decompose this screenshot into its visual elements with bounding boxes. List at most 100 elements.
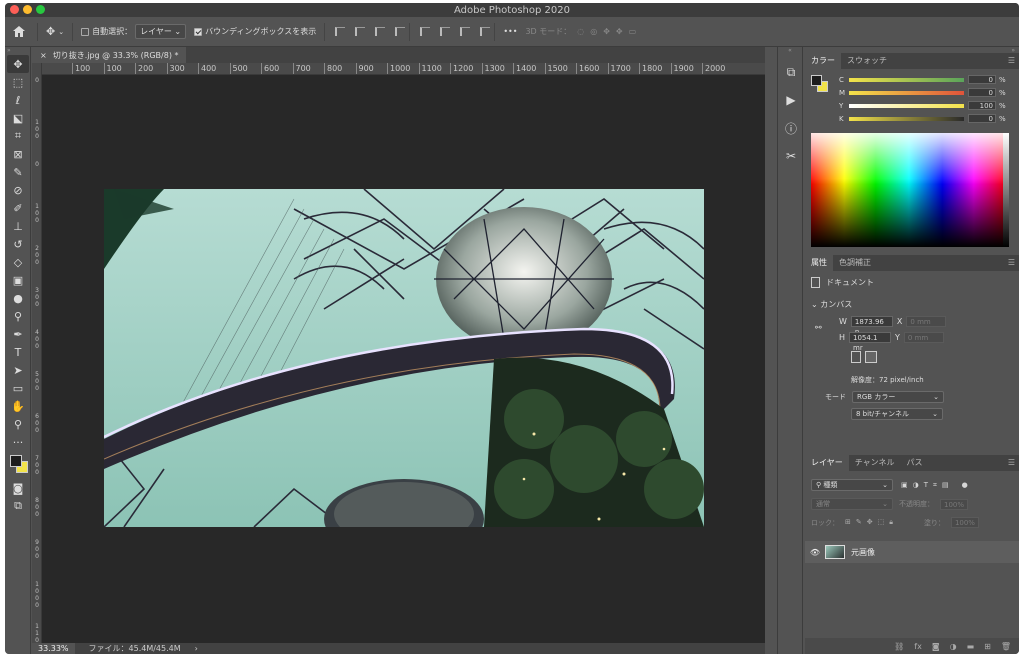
slider-value-field[interactable]: 0 (968, 75, 996, 84)
tab-layers[interactable]: レイヤー (805, 455, 849, 471)
slider-value-field[interactable]: 0 (968, 88, 996, 97)
stamp-tool-icon[interactable]: ⊥ (7, 217, 29, 235)
x-field[interactable]: 0 mm (906, 316, 947, 327)
close-tab-icon[interactable]: × (40, 51, 47, 60)
layer-row[interactable]: 👁︎ 元画像 (805, 541, 1019, 563)
document-tab[interactable]: × 切り抜き.jpg @ 33.3% (RGB/8) * (32, 47, 187, 63)
tab-properties[interactable]: 属性 (805, 255, 833, 271)
color-slider-c[interactable]: C 0% (839, 75, 1006, 84)
tab-adjustments[interactable]: 色調補正 (833, 255, 877, 271)
gradient-tool-icon[interactable]: ▣ (7, 271, 29, 289)
tab-channels[interactable]: チャンネル (849, 455, 901, 471)
portrait-icon[interactable] (851, 351, 861, 363)
zoom-tool-icon[interactable]: ⚲ (7, 415, 29, 433)
collapse-icon[interactable]: » (5, 47, 30, 55)
color-slider-k[interactable]: K 0% (839, 114, 1006, 123)
color-slider-m[interactable]: M 0% (839, 88, 1006, 97)
lasso-tool-icon[interactable]: ℓ (7, 91, 29, 109)
move-tool-preset[interactable]: ✥ ⌄ (42, 17, 68, 46)
slider-track[interactable] (849, 90, 964, 95)
healing-brush-icon[interactable]: ⊘ (7, 181, 29, 199)
bit-depth-select[interactable]: 8 bit/チャンネル ⌄ (851, 408, 943, 420)
tab-paths[interactable]: パス (901, 455, 929, 471)
mask-icon[interactable]: ◙ (932, 642, 940, 651)
align-v-justify-icon[interactable] (480, 27, 491, 36)
hand-tool-icon[interactable]: ✋ (7, 397, 29, 415)
close-window-button[interactable] (10, 5, 19, 14)
slider-value-field[interactable]: 100 (968, 101, 996, 110)
dodge-tool-icon[interactable]: ⚲ (7, 307, 29, 325)
pen-tool-icon[interactable]: ✒ (7, 325, 29, 343)
align-left-icon[interactable] (335, 27, 346, 36)
quick-mask-icon[interactable]: ◙ (7, 479, 29, 497)
actions-play-icon[interactable]: ▶ (780, 89, 802, 111)
color-picker[interactable] (8, 453, 28, 477)
y-field[interactable]: 0 mm (903, 332, 944, 343)
fill-field[interactable]: 100% (950, 517, 979, 528)
foreground-color-swatch[interactable] (10, 455, 22, 467)
color-spectrum[interactable] (811, 133, 1007, 247)
slider-track[interactable] (849, 103, 964, 108)
landscape-icon[interactable] (865, 351, 877, 363)
tools-panel-icon[interactable]: ✂ (780, 145, 802, 167)
height-field[interactable]: 1054.1 mr (849, 332, 892, 352)
move-tool-icon[interactable]: ✥ (7, 55, 29, 73)
grayscale-ramp[interactable] (1003, 133, 1009, 247)
status-menu-arrow[interactable]: › (195, 644, 198, 653)
screen-mode-icon[interactable]: ⧉ (7, 497, 29, 515)
home-icon[interactable] (5, 17, 33, 46)
folder-icon[interactable]: ▬ (967, 642, 975, 651)
history-brush-icon[interactable]: ↺ (7, 235, 29, 253)
fx-icon[interactable]: fx (914, 642, 922, 651)
layer-filter-select[interactable]: ⚲ 種類 ⌄ (811, 479, 893, 491)
panel-menu-icon[interactable]: ☰ (1008, 458, 1015, 467)
collapse-icon[interactable]: « (778, 47, 802, 55)
panel-menu-icon[interactable]: ☰ (1008, 258, 1015, 267)
link-icon[interactable]: ⛓ (894, 642, 904, 651)
align-top-icon[interactable] (420, 27, 431, 36)
filter-toggle-icon[interactable]: ● (962, 481, 968, 489)
zoom-level[interactable]: 33.33% (32, 643, 75, 654)
eraser-icon[interactable]: ◇ (7, 253, 29, 271)
align-h-justify-icon[interactable] (395, 27, 406, 36)
history-panel-icon[interactable]: ⧉ (780, 61, 802, 83)
opacity-field[interactable]: 100% (940, 498, 969, 510)
frame-tool-icon[interactable]: ⊠ (7, 145, 29, 163)
more-options-button[interactable]: ••• (499, 17, 521, 46)
width-field[interactable]: 1873.96 n (850, 316, 893, 336)
path-select-icon[interactable]: ➤ (7, 361, 29, 379)
new-layer-icon[interactable]: ⊞ (984, 642, 991, 651)
minimize-window-button[interactable] (23, 5, 32, 14)
eyedropper-icon[interactable]: ✎ (7, 163, 29, 181)
lock-icons[interactable]: ⊞✎✥⬚🔒︎ (845, 518, 898, 527)
shape-tool-icon[interactable]: ▭ (7, 379, 29, 397)
panel-menu-icon[interactable]: ☰ (1008, 56, 1015, 65)
canvas-section-header[interactable]: ⌄ カンバス (811, 299, 852, 310)
blur-tool-icon[interactable]: ● (7, 289, 29, 307)
align-center-h-icon[interactable] (355, 27, 366, 36)
tab-color[interactable]: カラー (805, 53, 841, 69)
crop-tool-icon[interactable]: ⌗ (7, 127, 29, 145)
brush-tool-icon[interactable]: ✐ (7, 199, 29, 217)
adjustment-icon[interactable]: ◑ (950, 642, 957, 651)
edit-toolbar-icon[interactable]: ··· (7, 433, 29, 451)
marquee-tool-icon[interactable]: ⬚ (7, 73, 29, 91)
auto-select-checkbox[interactable]: 自動選択： レイヤー ⌄ (77, 17, 190, 46)
visibility-eye-icon[interactable]: 👁︎ (805, 548, 825, 557)
filter-icons[interactable]: ▣◑T⌗▤ (901, 481, 954, 490)
align-right-icon[interactable] (375, 27, 386, 36)
canvas-area[interactable] (42, 75, 765, 643)
link-dimensions-icon[interactable]: ⚯ (815, 323, 822, 332)
object-select-icon[interactable]: ⬕ (7, 109, 29, 127)
slider-track[interactable] (849, 116, 964, 121)
tab-swatches[interactable]: スウォッチ (841, 53, 893, 69)
color-mode-select[interactable]: RGB カラー ⌄ (852, 391, 944, 403)
type-tool-icon[interactable]: T (7, 343, 29, 361)
auto-select-dropdown[interactable]: レイヤー ⌄ (135, 24, 187, 39)
show-bbox-checkbox[interactable]: バウンディングボックスを表示 (190, 17, 320, 46)
align-bottom-icon[interactable] (460, 27, 471, 36)
color-slider-y[interactable]: Y 100% (839, 101, 1006, 110)
align-middle-icon[interactable] (440, 27, 451, 36)
blend-mode-select[interactable]: 通常 ⌄ (811, 498, 893, 510)
zoom-window-button[interactable] (36, 5, 45, 14)
